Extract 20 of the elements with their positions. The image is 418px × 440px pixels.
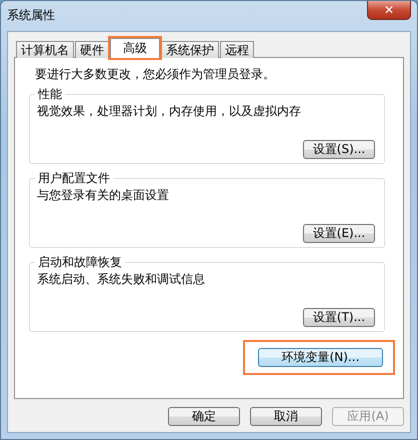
group-description: 与您登录有关的桌面设置 <box>37 187 170 204</box>
tab[interactable]: 高级 <box>110 38 160 58</box>
group-description: 视觉效果，处理器计划，内存使用，以及虚拟内存 <box>37 103 302 120</box>
settings-button[interactable]: 设置(T)... <box>303 308 375 327</box>
dialog-button[interactable]: 确定 <box>168 407 240 426</box>
close-button[interactable]: ✕ <box>367 1 411 20</box>
group-description: 系统启动、系统失败和调试信息 <box>37 271 206 288</box>
environment-variables-button[interactable]: 环境变量(N)... <box>258 348 383 367</box>
group-title: 用户配置文件 <box>35 171 113 185</box>
settings-button[interactable]: 设置(E)... <box>303 224 375 243</box>
window-title: 系统属性 <box>7 7 55 24</box>
tab[interactable]: 计算机名 <box>16 41 74 58</box>
settings-button[interactable]: 设置(S)... <box>303 140 375 159</box>
admin-notice: 要进行大多数更改，您必须作为管理员登录。 <box>35 66 276 83</box>
dialog-button[interactable]: 取消 <box>250 407 322 426</box>
tab[interactable]: 硬件 <box>75 41 109 58</box>
group-title: 性能 <box>35 87 65 101</box>
tab[interactable]: 远程 <box>220 41 254 58</box>
tab[interactable]: 系统保护 <box>161 41 219 58</box>
group-title: 启动和故障恢复 <box>35 255 125 269</box>
